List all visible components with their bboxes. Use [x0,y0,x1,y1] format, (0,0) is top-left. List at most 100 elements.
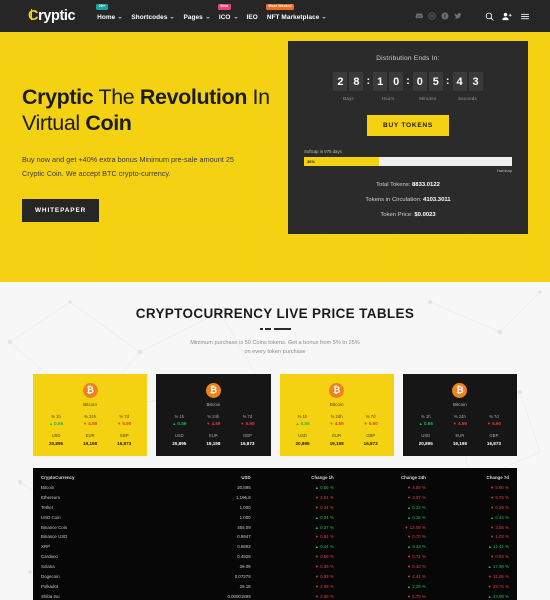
price-table: CryptoCurrency USD Change 1h Change 24h Chan… [41,473,509,600]
table-row[interactable]: Dogecoin 0.07379 ▼ 0.03 % ▼ 4.41 % ▼ 11.06 % [41,572,509,582]
arrow-down-icon: ▼ [486,421,491,427]
nav-badge-home: 20+ [96,4,108,11]
whitepaper-button[interactable]: WHITEPAPER [22,199,100,223]
twitter-icon[interactable] [454,12,462,20]
table-row[interactable]: Cardano 0.4928 ▼ 0.58 % ▼ 0.71 % ▼ 0.83 % [41,552,509,562]
coin-card[interactable]: ₿ Bitcoin % 1h ▲ 0.56 % 24h ▼ 4.59 % 7d ▼ 5.90 U… [156,373,271,456]
stat-circulation: Tokens in Circulation: 4103.3011 [304,197,512,203]
coin-cards: ₿ Bitcoin % 1h ▲ 0.56 % 24h ▼ 4.59 % 7d ▼ 5.90 U… [0,358,550,456]
nav-item-home[interactable]: 20+ Home [96,4,123,21]
table-column-header[interactable]: Change 1h [251,473,333,483]
table-cell-change: ▲ 0.32 % [406,504,426,510]
coin-change-cell: % 24h ▼ 4.59 [196,414,230,427]
table-row[interactable]: USD Coin 1.000 ▲ 0.04 % ▲ 0.15 % ▲ 0.44 % [41,512,509,522]
arrow-down-icon: ▼ [314,564,319,570]
table-cell-change: ▲ 0.44 % [314,544,334,550]
table-column-header[interactable]: CryptoCurrency [41,473,165,483]
coin-change-value: ▼ 4.59 [83,421,98,427]
coin-change-value: ▲ 0.56 [172,421,187,427]
nav-item-nft-marketplace[interactable]: Most Wanted NFT Marketplace [265,4,327,21]
coin-card[interactable]: ₿ Bitcoin % 1h ▲ 0.56 % 24h ▼ 4.59 % 7d ▼ 5.90 U… [402,373,517,456]
menu-icon[interactable] [520,12,530,21]
coin-changes-row: % 1h ▲ 0.56 % 24h ▼ 4.59 % 7d ▼ 5.90 [409,414,511,427]
discord-icon[interactable] [415,12,423,20]
nav-item-ico[interactable]: New ICO [217,4,238,21]
table-cell-usd: 1.000 [239,504,251,510]
nav-item-shortcodes[interactable]: Shortcodes [131,11,175,21]
coin-change-label: % 1h [297,413,308,419]
dribbble-icon[interactable] [428,12,436,20]
nav-badge-nft: Most Wanted [265,4,295,11]
coin-change-label: % 7d [242,413,253,419]
coin-price-cell: GBP 16,873 [354,433,388,446]
coin-prices-row: USD 20,895 EUR 19,198 GBP 16,873 [286,433,388,446]
section-title: CRYPTOCURRENCY LIVE PRICE TABLES [135,306,415,321]
coin-price-cell: GBP 16,873 [477,433,511,446]
countdown-minutes-label: Minutes [419,96,437,101]
logo-rest: ryptic [38,8,76,24]
nav-item-ieo[interactable]: IEO [247,11,258,21]
table-row[interactable]: Solana 39.09 ▼ 0.39 % ▼ 0.40 % ▲ 17.98 % [41,562,509,572]
table-cell-usd: 0.9947 [237,534,251,540]
site-logo[interactable]: Cryptic [28,8,76,24]
table-row[interactable]: Shiba Inu 0.00001899 ▼ 2.69 % ▼ 6.70 % ▲ 33.… [41,591,509,600]
coin-price-value: 20,895 [418,440,433,446]
table-cell-currency: Binance USD [41,534,68,540]
coin-name: Bitcoin [329,401,344,407]
stat-circulation-label: Tokens in Circulation: [365,197,424,203]
arrow-down-icon: ▼ [314,504,319,510]
nav-label-nft-marketplace: NFT Marketplace [266,14,320,21]
coin-price-label: USD [51,433,61,439]
price-table-container: CryptoCurrency USD Change 1h Change 24h Chan… [33,467,517,600]
coin-changes-row: % 1h ▲ 0.56 % 24h ▼ 4.59 % 7d ▼ 5.90 [286,414,388,427]
table-cell-currency: Binance Coin [41,524,68,530]
coin-price-value: 19,198 [206,440,221,446]
table-row[interactable]: Polkadot 28.18 ▼ 2.08 % ▲ 2.29 % ▼ 29.74 % [41,581,509,591]
add-user-icon[interactable] [502,12,512,21]
arrow-up-icon: ▲ [314,524,319,530]
table-row[interactable]: Binance USD 0.9947 ▼ 0.84 % ▼ 0.70 % ▼ 1.03 … [41,532,509,542]
facebook-icon[interactable] [441,12,449,20]
countdown-seconds-label: Seconds [458,96,477,101]
table-cell-change: ▼ 11.06 % [488,573,509,579]
coin-change-cell: % 1h ▲ 0.56 [39,414,73,427]
coin-price-value: 20,895 [49,440,64,446]
nav-item-pages[interactable]: Pages [183,11,210,21]
coin-change-value: ▼ 4.59 [452,421,467,427]
table-cell-change: ▼ 5.76 % [490,494,509,500]
table-column-header[interactable]: Change 24h [334,473,426,483]
header-actions [415,12,540,21]
coin-price-label: USD [174,433,184,439]
table-row[interactable]: Tether 1.000 ▼ 0.34 % ▲ 0.32 % ▼ 0.29 % [41,502,509,512]
coin-price-label: GBP [119,433,129,439]
table-cell-change: ▼ 2.61 % [314,494,334,500]
coin-change-label: % 1h [174,413,185,419]
table-cell-change: ▼ 0.70 % [406,534,426,540]
table-cell-currency: Tether [41,504,54,510]
table-row[interactable]: Binance Coin 455.09 ▲ 0.37 % ▼ 13.08 % ▼ 3.5… [41,522,509,532]
arrow-down-icon: ▼ [314,534,319,540]
table-column-header[interactable]: Change 7d [426,473,509,483]
coin-price-cell: USD 20,895 [39,433,73,446]
coin-change-value: ▼ 5.90 [363,421,378,427]
coin-card[interactable]: ₿ Bitcoin % 1h ▲ 0.56 % 24h ▼ 4.59 % 7d ▼ 5.90 U… [279,373,394,456]
countdown-timer: 2 8 Days : 1 0 Hours : 0 5 Minutes: 4 3… [304,72,512,101]
coin-prices-row: USD 20,895 EUR 19,198 GBP 16,873 [162,433,264,446]
sale-progress-bar: 36% [304,157,512,166]
table-row[interactable]: Ethereum 1,196.8 ▼ 2.61 % ▼ 3.07 % ▼ 5.76 % [41,493,509,503]
table-cell-usd: 0.6892 [237,544,251,550]
countdown-hours-digit-2: 0 [389,72,404,91]
table-row[interactable]: Bitcoin 20,895 ▲ 0.56 % ▼ 4.59 % ▼ 5.90 % [41,483,509,493]
hero-title-3: Revolution [139,85,247,109]
coin-change-value: ▼ 5.90 [117,421,132,427]
buy-tokens-button[interactable]: BUY TOKENS [367,115,449,136]
table-column-header[interactable]: USD [165,473,250,483]
search-icon[interactable] [485,12,494,21]
arrow-down-icon: ▼ [452,421,457,427]
coin-card[interactable]: ₿ Bitcoin % 1h ▲ 0.56 % 24h ▼ 4.59 % 7d ▼ 5.90 U… [33,373,148,456]
coin-price-value: 16,873 [117,440,132,446]
table-row[interactable]: XRP 0.6892 ▲ 0.44 % ▲ 9.43 % ▲ 11.41 % [41,542,509,552]
coin-change-cell: % 7d ▼ 5.90 [230,414,264,427]
hero-description: Buy now and get +40% extra bonus Minimum… [22,155,234,178]
coin-name: Bitcoin [206,401,221,407]
